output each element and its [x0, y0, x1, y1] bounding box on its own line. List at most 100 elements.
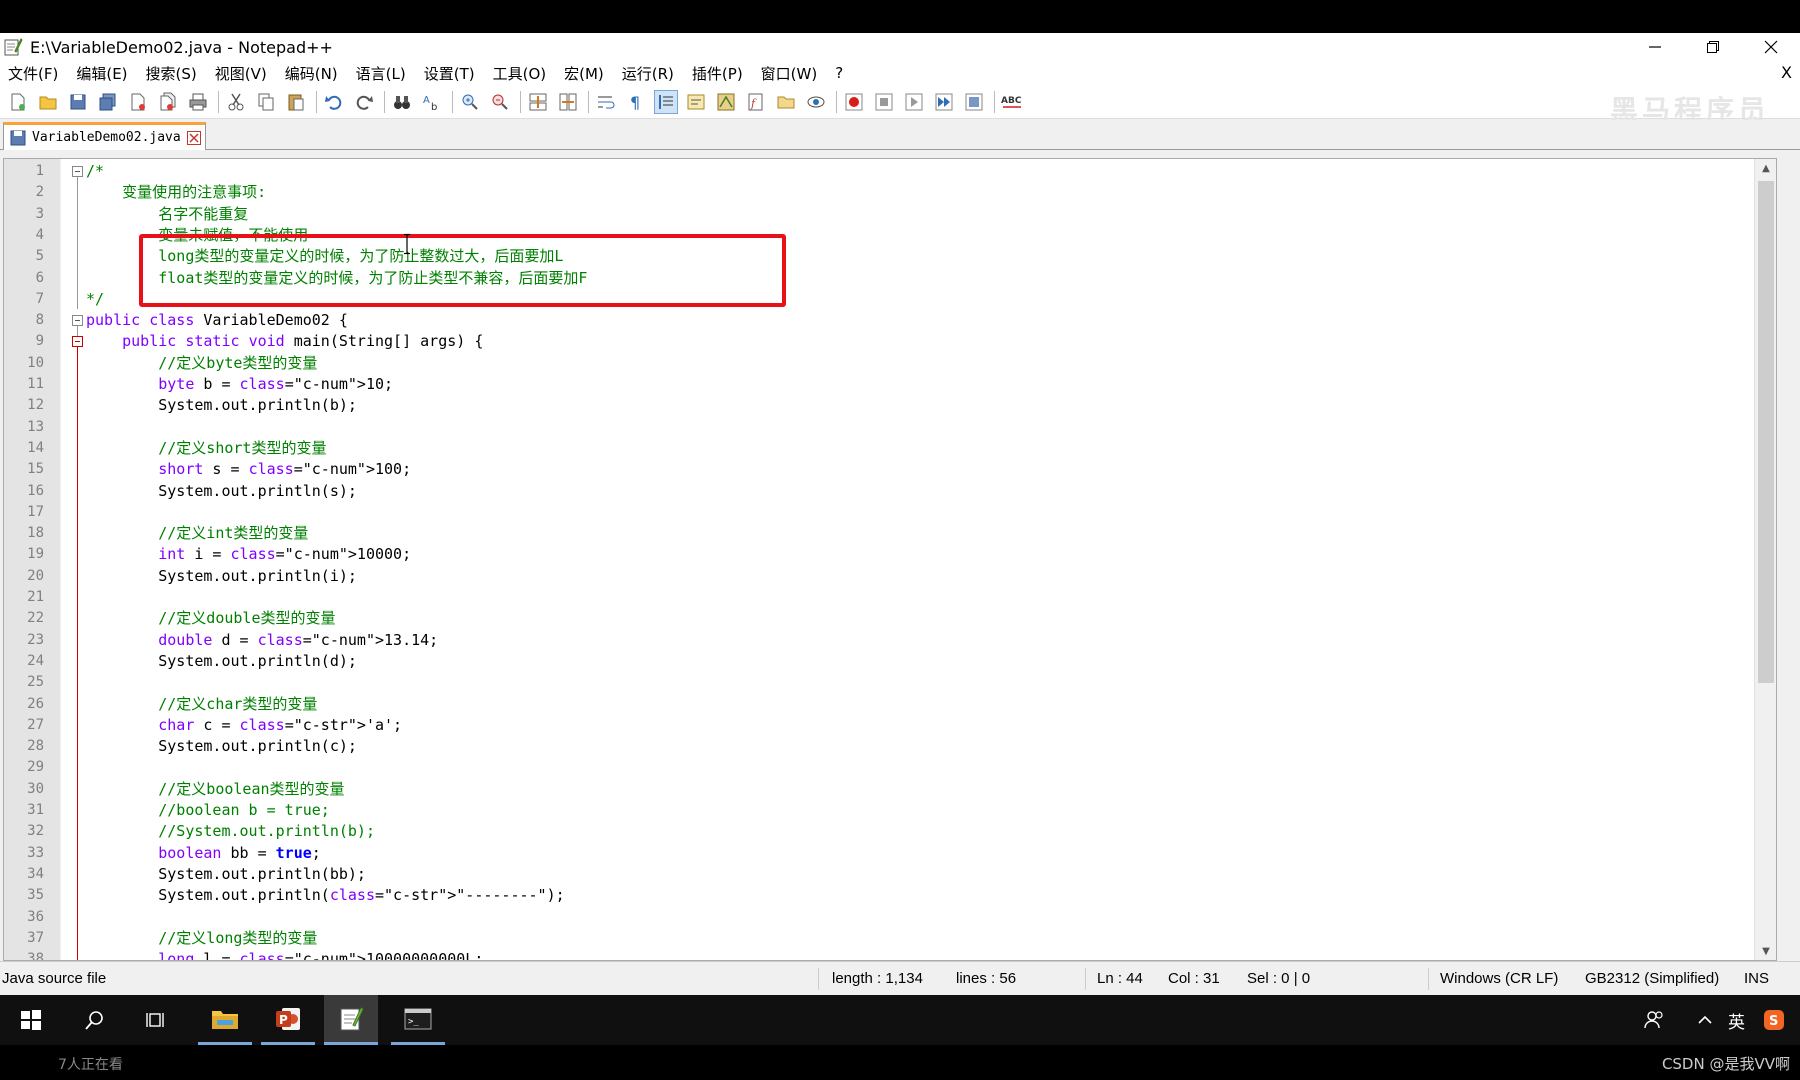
save-all-button[interactable] — [96, 90, 120, 114]
code-line[interactable]: //定义long类型的变量 — [86, 928, 317, 949]
sogou-input-button[interactable]: S — [1763, 995, 1785, 1045]
code-line[interactable]: //定义double类型的变量 — [86, 608, 335, 629]
indent-guide-button[interactable] — [654, 89, 678, 114]
ime-indicator[interactable]: 英 — [1728, 995, 1745, 1045]
redo-button[interactable] — [352, 90, 376, 114]
show-hidden-icons-button[interactable] — [1697, 995, 1713, 1045]
powerpoint-taskbar-button[interactable]: P — [261, 995, 315, 1045]
status-encoding[interactable]: GB2312 (Simplified) — [1585, 962, 1719, 996]
word-wrap-button[interactable] — [594, 90, 618, 114]
fold-toggle-icon[interactable] — [72, 315, 83, 327]
find-button[interactable] — [390, 90, 414, 114]
menu-run[interactable]: 运行(R) — [622, 63, 674, 84]
undo-button[interactable] — [322, 90, 346, 114]
code-line[interactable]: System.out.println(d); — [86, 651, 357, 672]
zoom-in-button[interactable] — [458, 90, 482, 114]
file-explorer-taskbar-button[interactable] — [198, 995, 252, 1045]
close-window-button[interactable] — [1742, 33, 1800, 61]
code-line[interactable]: long l = class="c-num">10000000000L; — [86, 949, 483, 960]
code-line[interactable]: char c = class="c-str">'a'; — [86, 715, 402, 736]
menu-plugins[interactable]: 插件(P) — [692, 63, 743, 84]
menu-macro[interactable]: 宏(M) — [564, 63, 604, 84]
save-macro-button[interactable] — [962, 90, 986, 114]
code-line[interactable]: //boolean b = true; — [86, 800, 330, 821]
code-line[interactable]: //定义short类型的变量 — [86, 438, 326, 459]
vertical-scrollbar[interactable]: ▲ ▼ — [1754, 159, 1776, 960]
code-line[interactable]: public static void main(String[] args) { — [86, 331, 483, 352]
fold-toggle-icon[interactable] — [72, 336, 83, 348]
code-line[interactable]: short s = class="c-num">100; — [86, 459, 411, 480]
menu-tools[interactable]: 工具(O) — [493, 63, 547, 84]
code-line[interactable]: System.out.println(class="c-str">"------… — [86, 885, 564, 906]
record-macro-button[interactable] — [842, 90, 866, 114]
udl-button[interactable] — [684, 90, 708, 114]
code-line[interactable]: //System.out.println(b); — [86, 821, 375, 842]
code-line[interactable]: 变量使用的注意事项: — [86, 182, 266, 203]
status-eol-format[interactable]: Windows (CR LF) — [1440, 962, 1558, 996]
show-all-chars-button[interactable]: ¶ — [624, 90, 648, 114]
code-line[interactable]: double d = class="c-num">13.14; — [86, 630, 438, 651]
tab-variabledemo02[interactable]: VariableDemo02.java — [3, 122, 206, 150]
cut-button[interactable] — [224, 90, 248, 114]
menu-window[interactable]: 窗口(W) — [761, 63, 818, 84]
code-line[interactable]: System.out.println(c); — [86, 736, 357, 757]
code-line[interactable]: //定义char类型的变量 — [86, 694, 317, 715]
menu-settings[interactable]: 设置(T) — [424, 63, 475, 84]
code-line[interactable]: /* — [86, 161, 104, 182]
menu-edit[interactable]: 编辑(E) — [76, 63, 127, 84]
menu-search[interactable]: 搜索(S) — [146, 63, 197, 84]
zoom-out-button[interactable] — [488, 90, 512, 114]
run-macro-multiple-button[interactable] — [932, 90, 956, 114]
code-line[interactable]: 名字不能重复 — [86, 204, 248, 225]
paste-button[interactable] — [284, 90, 308, 114]
code-line[interactable]: System.out.println(b); — [86, 395, 357, 416]
code-line[interactable]: //定义boolean类型的变量 — [86, 779, 344, 800]
print-button[interactable] — [186, 90, 210, 114]
new-file-button[interactable] — [6, 90, 30, 114]
sync-horizontal-button[interactable] — [556, 90, 580, 114]
scroll-thumb[interactable] — [1758, 181, 1774, 683]
command-prompt-taskbar-button[interactable]: >_ — [391, 995, 445, 1045]
code-line[interactable]: */ — [86, 289, 104, 310]
fold-toggle-icon[interactable] — [72, 166, 83, 177]
notepadpp-taskbar-button[interactable] — [324, 995, 378, 1045]
search-button[interactable] — [68, 995, 122, 1045]
people-button[interactable] — [1643, 995, 1665, 1045]
code-line[interactable]: int i = class="c-num">10000; — [86, 544, 411, 565]
code-line[interactable]: System.out.println(bb); — [86, 864, 366, 885]
monitoring-button[interactable] — [804, 90, 828, 114]
scroll-up-arrow-icon[interactable]: ▲ — [1755, 159, 1776, 177]
menu-encoding[interactable]: 编码(N) — [285, 63, 338, 84]
restore-button[interactable] — [1684, 33, 1742, 61]
code-line[interactable]: boolean bb = true; — [86, 843, 321, 864]
replace-button[interactable]: Ab — [420, 90, 444, 114]
folder-workspace-button[interactable] — [774, 90, 798, 114]
code-line[interactable]: //定义byte类型的变量 — [86, 353, 317, 374]
play-macro-button[interactable] — [902, 90, 926, 114]
menu-language[interactable]: 语言(L) — [356, 63, 406, 84]
menu-view[interactable]: 视图(V) — [215, 63, 267, 84]
save-button[interactable] — [66, 90, 90, 114]
close-file-button[interactable] — [126, 90, 150, 114]
sync-vertical-button[interactable] — [526, 90, 550, 114]
function-list-button[interactable]: f — [744, 90, 768, 114]
code-line[interactable]: byte b = class="c-num">10; — [86, 374, 393, 395]
menu-help[interactable]: ? — [835, 64, 843, 82]
tab-close-button[interactable] — [186, 130, 201, 145]
spell-check-button[interactable]: ABC — [1000, 90, 1024, 114]
open-file-button[interactable] — [36, 90, 60, 114]
copy-button[interactable] — [254, 90, 278, 114]
status-insert-mode[interactable]: INS — [1744, 962, 1769, 996]
start-button[interactable] — [4, 995, 58, 1045]
doc-map-button[interactable] — [714, 90, 738, 114]
menu-file[interactable]: 文件(F) — [8, 63, 58, 84]
stop-macro-button[interactable] — [872, 90, 896, 114]
code-line[interactable]: System.out.println(i); — [86, 566, 357, 587]
close-all-button[interactable] — [156, 90, 180, 114]
task-view-button[interactable] — [130, 995, 184, 1045]
fold-margin[interactable] — [60, 159, 78, 960]
close-document-button[interactable]: X — [1781, 63, 1792, 82]
code-line[interactable]: public class VariableDemo02 { — [86, 310, 348, 331]
scroll-down-arrow-icon[interactable]: ▼ — [1755, 942, 1776, 960]
code-line[interactable]: //定义int类型的变量 — [86, 523, 308, 544]
